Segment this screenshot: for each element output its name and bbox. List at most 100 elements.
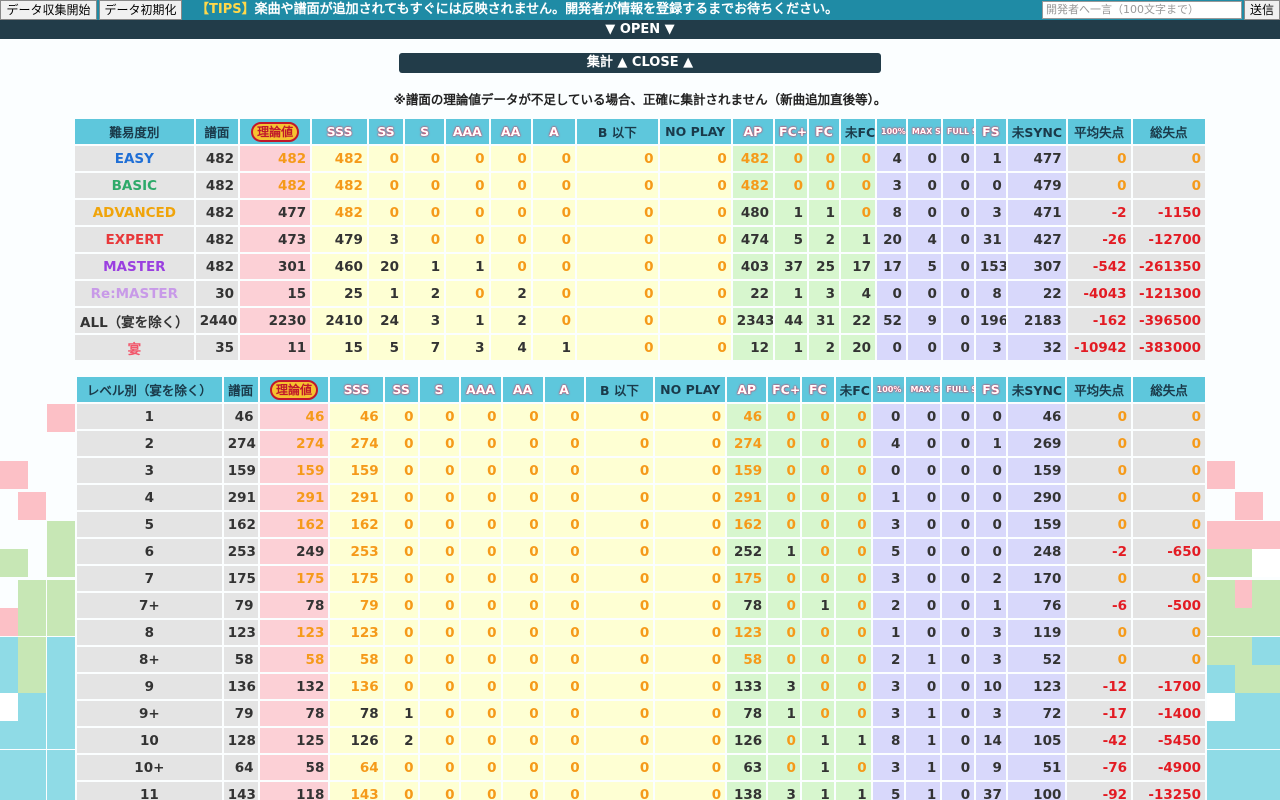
tips-banner: 【TIPS】楽曲や譜面が追加されてもすぐには反映されません。開発者が情報を登録す… [196,0,838,20]
table-cell: 1 [775,335,808,362]
column-header[interactable]: AP [727,377,767,404]
column-header[interactable]: 平均失点 [1067,119,1131,146]
column-header[interactable]: FC [801,377,834,404]
table-cell: 0 [460,404,501,431]
table-cell: 0 [585,566,654,593]
table-cell: 64 [330,755,383,782]
table-cell: 0 [907,146,941,173]
column-header[interactable]: 100% SYNC [877,119,906,146]
column-header[interactable]: 未SYNC [1007,377,1066,404]
table-cell: -10942 [1067,335,1131,362]
table-cell: 0 [419,404,459,431]
table-cell: 0 [768,620,800,647]
row-label: 11 [77,782,222,800]
message-input[interactable]: 開発者へ一言（100文字まで） [1042,1,1242,19]
column-header[interactable]: 譜面 [223,377,258,404]
column-header[interactable]: 未FC [835,377,871,404]
column-header[interactable]: 未FC [840,119,876,146]
table-cell: 5 [368,335,403,362]
column-header[interactable]: レベル別（宴を除く） [77,377,222,404]
column-header[interactable]: FULL SYNC [942,119,974,146]
column-header[interactable]: 平均失点 [1067,377,1131,404]
table-cell: 0 [544,620,584,647]
column-header[interactable]: NO PLAY [655,377,726,404]
column-header[interactable]: SSS [330,377,383,404]
table-cell: 0 [801,566,834,593]
table-cell: 0 [942,335,974,362]
open-toggle-bar[interactable]: ▼ OPEN ▼ [0,20,1280,39]
row-label: 10+ [77,755,222,782]
column-header[interactable]: AA [490,119,531,146]
column-header[interactable]: 理論値 [259,377,329,404]
column-header[interactable]: S [404,119,445,146]
table-cell: 307 [1007,254,1066,281]
column-header[interactable]: FS [975,119,1006,146]
column-header[interactable]: 未SYNC [1007,119,1066,146]
decoration-square [47,665,75,693]
column-header[interactable]: A [532,119,576,146]
row-label: 宴 [75,335,194,362]
decoration-square [1207,521,1235,549]
table-cell: 482 [732,173,774,200]
column-header[interactable]: 総失点 [1133,377,1205,404]
table-cell: 79 [223,701,258,728]
column-header[interactable]: B 以下 [577,119,658,146]
row-label: 2 [77,431,222,458]
send-button[interactable]: 送信 [1244,0,1280,20]
column-header[interactable]: FULL SYNC [942,377,975,404]
column-header[interactable]: SS [384,377,418,404]
decoration-square [0,461,28,489]
column-header[interactable]: S [419,377,459,404]
table-cell: 78 [259,593,329,620]
table-cell: 123 [223,620,258,647]
table-cell: 0 [460,566,501,593]
decoration-square [1252,521,1280,549]
table-cell: 7 [404,335,445,362]
column-header[interactable]: 100% SYNC [872,377,905,404]
table-cell: 0 [577,281,658,308]
table-cell: 118 [259,782,329,800]
table-cell: 0 [906,674,941,701]
table-cell: -13250 [1133,782,1205,800]
column-header[interactable]: 譜面 [195,119,239,146]
summary-close-button[interactable]: 集計 ▲ CLOSE ▲ [399,53,881,73]
table-cell: 58 [330,647,383,674]
column-header[interactable]: AAA [446,119,489,146]
column-header[interactable]: AA [502,377,543,404]
table-cell: 473 [240,227,311,254]
table-cell: 0 [809,173,839,200]
column-header[interactable]: 理論値 [240,119,311,146]
data-initialize-button[interactable]: データ初期化 [99,0,182,20]
table-cell: 58 [727,647,767,674]
column-header[interactable]: SSS [312,119,367,146]
column-header[interactable]: MAX SYNC [906,377,941,404]
column-header[interactable]: FC [809,119,839,146]
column-header[interactable]: 難易度別 [75,119,194,146]
table-cell: 0 [502,458,543,485]
column-header[interactable]: A [544,377,584,404]
table-cell: 25 [809,254,839,281]
table-cell: -2 [1067,539,1131,566]
column-header[interactable]: 総失点 [1132,119,1205,146]
column-header[interactable]: AP [732,119,774,146]
column-header[interactable]: AAA [460,377,501,404]
table-cell: 0 [976,512,1006,539]
column-header[interactable]: FC+ [768,377,800,404]
column-header[interactable]: NO PLAY [659,119,731,146]
table-cell: 274 [259,431,329,458]
table-cell: 1 [768,539,800,566]
table-cell: 37 [976,782,1006,800]
table-cell: 0 [1133,485,1205,512]
column-header[interactable]: FS [976,377,1006,404]
column-header[interactable]: SS [368,119,403,146]
table-cell: 0 [872,404,905,431]
data-collect-start-button[interactable]: データ収集開始 [0,0,97,20]
column-header[interactable]: B 以下 [585,377,654,404]
column-header[interactable]: FC+ [775,119,808,146]
table-cell: 0 [801,404,834,431]
table-cell: 301 [240,254,311,281]
table-cell: -76 [1067,755,1131,782]
table-cell: 0 [502,674,543,701]
column-header[interactable]: MAX SYNC [907,119,941,146]
table-row: ALL（宴を除く） 2440 2230 2410 24 3 1 2 0 0 0 2343 44 31 22 5… [75,308,1205,335]
